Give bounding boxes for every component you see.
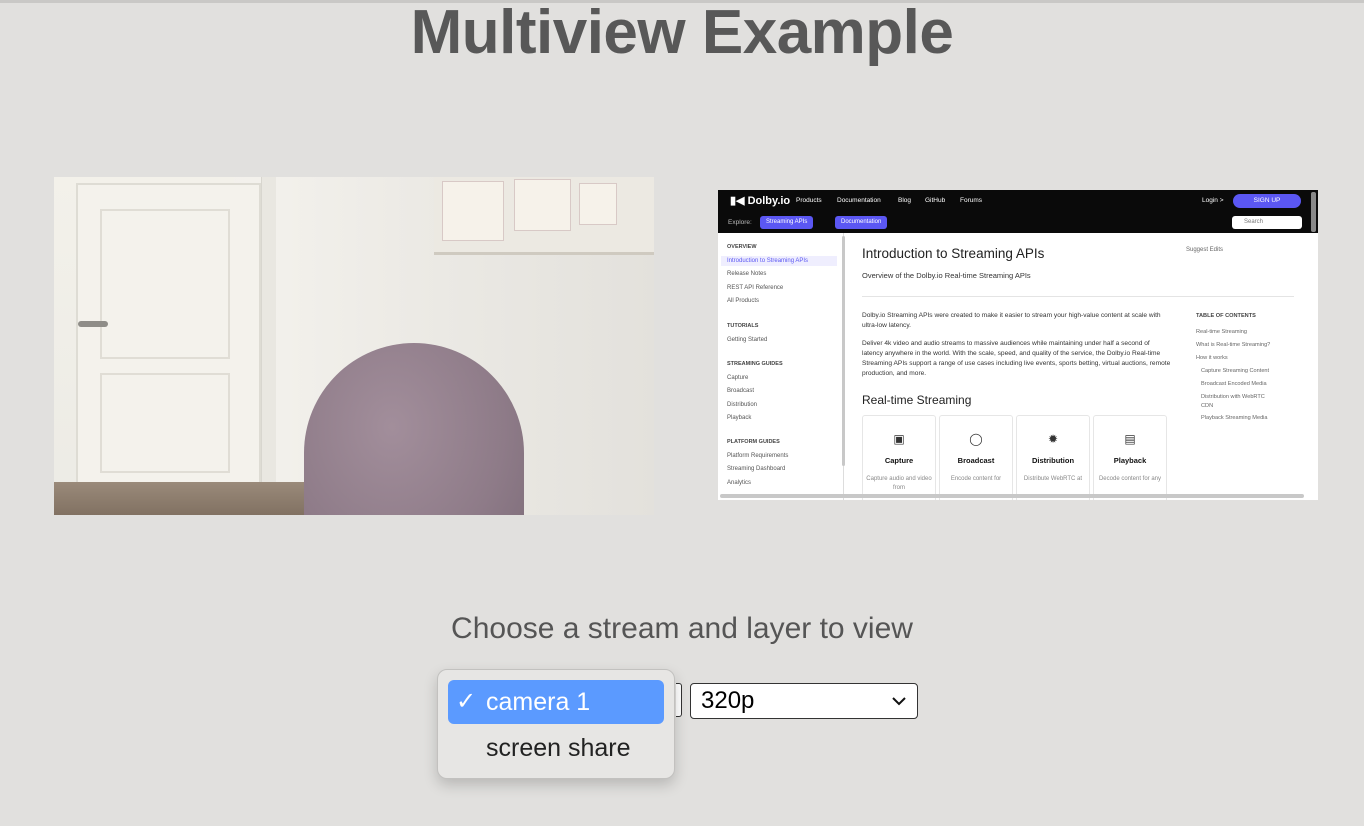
ss-side-item: Release Notes	[727, 271, 767, 277]
ss-side-item: REST API Reference	[727, 285, 784, 291]
ss-toc-item: What is Real-time Streaming?	[1196, 342, 1271, 348]
ss-toc-head: TABLE OF CONTENTS	[1196, 313, 1256, 319]
ss-nav-item: Forums	[960, 197, 983, 204]
ss-side-item: Analytics	[727, 480, 752, 486]
ss-toc-item: Broadcast Encoded Media	[1201, 381, 1267, 387]
ss-horizontal-scrollbar	[720, 494, 1304, 498]
choose-stream-label: Choose a stream and layer to view	[451, 612, 913, 645]
layer-select-value: 320p	[701, 687, 755, 714]
wall-board	[434, 177, 654, 255]
ss-paragraph: Dolby.io Streaming APIs were created to …	[862, 312, 1161, 329]
door-frame	[261, 177, 276, 497]
ss-nav-item: Documentation	[837, 197, 881, 204]
ss-card-playback: ▤ Playback Decode content for any	[1093, 415, 1167, 500]
camera-chair	[304, 343, 524, 515]
ss-toc-item: Playback Streaming Media	[1201, 415, 1268, 421]
ss-toc-item: Real-time Streaming	[1196, 329, 1247, 335]
ss-login: Login >	[1202, 197, 1224, 204]
door-panel	[100, 209, 230, 359]
ss-card-distribution: ✹ Distribution Distribute WebRTC at	[1016, 415, 1090, 500]
ss-pill: Streaming APIs	[760, 216, 814, 229]
page-title: Multiview Example	[410, 0, 954, 67]
board-note	[579, 183, 617, 225]
ss-sidebar-scrollbar	[842, 236, 845, 466]
camera-1-video[interactable]	[54, 177, 654, 515]
screen-share-video[interactable]: ▮◀ Dolby.io Products Documentation Blog …	[718, 190, 1318, 500]
broadcast-icon: ◯	[969, 432, 983, 446]
ss-toc-item: CDN	[1201, 403, 1214, 409]
door-panel	[100, 373, 230, 473]
ss-section-heading: Real-time Streaming	[862, 393, 972, 407]
camera-door	[76, 183, 261, 493]
ss-signup-button: SIGN UP	[1233, 194, 1301, 208]
hd-camera-icon: ▣	[893, 432, 905, 446]
ss-side-head: TUTORIALS	[727, 323, 759, 329]
ss-side-item: Distribution	[727, 402, 758, 408]
ss-side-item: Playback	[727, 415, 752, 421]
ss-suggest-edits: Suggest Edits	[1186, 247, 1224, 253]
stream-option-screen-share[interactable]: screen share	[448, 726, 664, 770]
ss-side-head: PLATFORM GUIDES	[727, 439, 780, 445]
ss-side-item: Streaming Dashboard	[727, 466, 786, 472]
ss-side-item: Platform Requirements	[727, 453, 789, 459]
dolby-logo: ▮◀ Dolby.io	[730, 195, 791, 207]
dolby-icon: ▮◀	[730, 195, 748, 207]
ss-side-item: Introduction to Streaming APIs	[721, 256, 837, 266]
ss-card-broadcast: ◯ Broadcast Encode content for	[939, 415, 1013, 500]
ss-side-item: Capture	[727, 375, 749, 381]
ss-subheading: Overview of the Dolby.io Real-time Strea…	[862, 271, 1031, 280]
ss-heading: Introduction to Streaming APIs	[862, 246, 1045, 261]
door-handle	[78, 321, 108, 327]
cast-icon: ▤	[1124, 432, 1136, 446]
stream-select[interactable]	[676, 683, 682, 717]
stream-dropdown-menu: ✓ camera 1 screen share	[437, 669, 675, 779]
ss-nav-item: GitHub	[925, 197, 946, 204]
ss-side-item: All Products	[727, 298, 760, 304]
stream-option-label: screen share	[486, 734, 631, 762]
ss-toc-item: How it works	[1196, 355, 1228, 361]
stream-option-label: camera 1	[486, 688, 591, 716]
ss-pill: Documentation	[835, 216, 888, 229]
stream-option-camera-1[interactable]: ✓ camera 1	[448, 680, 664, 724]
ss-side-head: STREAMING GUIDES	[727, 361, 783, 367]
ss-vertical-scrollbar	[1311, 192, 1316, 232]
ss-nav-item: Products	[796, 197, 822, 204]
ss-explore-label: Explore:	[728, 219, 752, 226]
chevron-down-icon	[891, 694, 907, 712]
ss-toc-item: Capture Streaming Content	[1201, 368, 1270, 374]
checkmark-icon: ✓	[456, 688, 477, 715]
distribution-icon: ✹	[1047, 432, 1059, 446]
ss-side-item: Broadcast	[727, 388, 755, 394]
ss-side-head: OVERVIEW	[727, 244, 757, 250]
board-note	[442, 181, 504, 241]
board-note	[514, 179, 571, 231]
ss-search: Search	[1232, 216, 1302, 229]
ss-toc-item: Distribution with WebRTC	[1201, 394, 1265, 400]
ss-side-item: Getting Started	[727, 337, 768, 343]
layer-select[interactable]: 320p	[690, 683, 918, 719]
ss-nav-item: Blog	[898, 197, 912, 204]
ss-paragraph: Deliver 4k video and audio streams to ma…	[862, 340, 1171, 377]
ss-divider	[862, 296, 1294, 297]
ss-card-capture: ▣ Capture Capture audio and video from	[862, 415, 936, 500]
